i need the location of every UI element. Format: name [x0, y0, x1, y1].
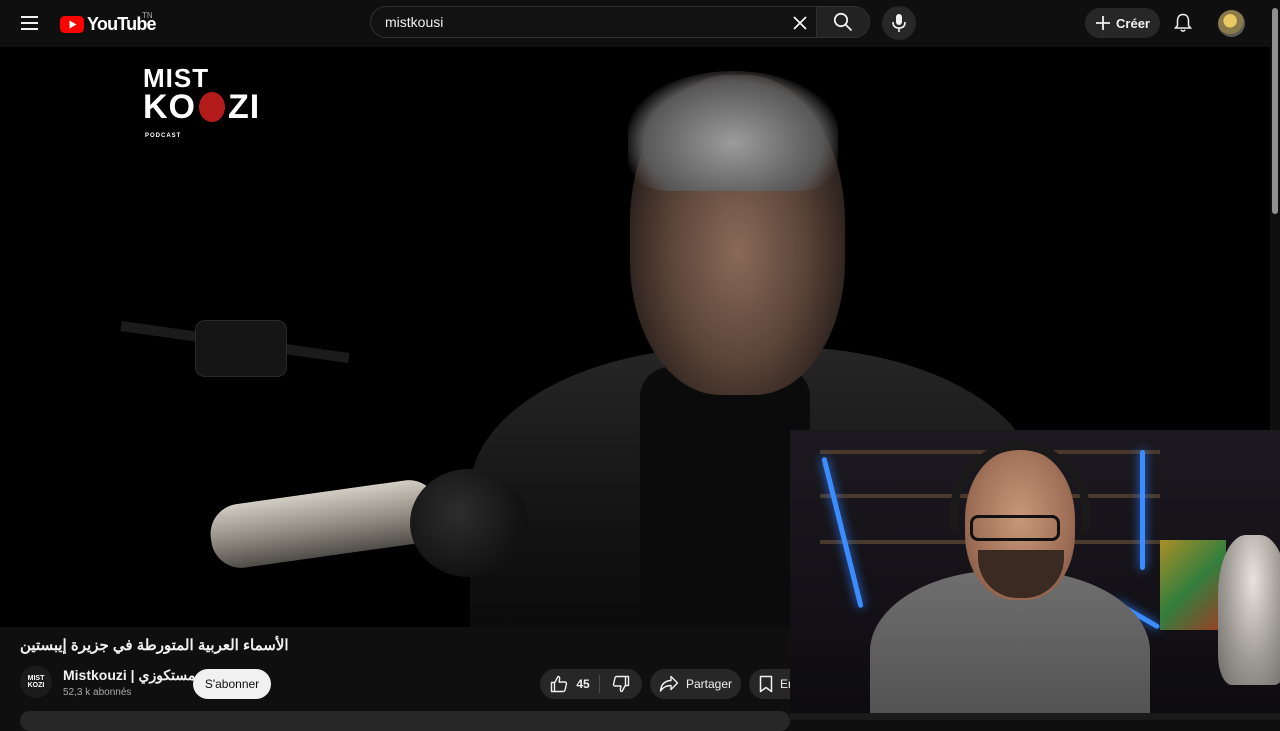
webcam-bottom-bar: [790, 713, 1280, 720]
channel-avatar-line-2: KOZI: [27, 682, 45, 689]
dislike-button[interactable]: [600, 669, 642, 699]
create-button[interactable]: Créer: [1085, 8, 1160, 38]
webcam-headphones: [950, 442, 1090, 532]
watermark-line-2a: KO: [143, 88, 196, 126]
video-frame-hair: [628, 71, 838, 191]
close-icon: [793, 16, 807, 30]
notifications-button[interactable]: [1168, 8, 1198, 38]
account-avatar[interactable]: [1218, 10, 1245, 37]
video-frame-shirt: [640, 367, 810, 627]
search-input[interactable]: [370, 6, 816, 38]
share-button[interactable]: Partager: [650, 669, 741, 699]
webcam-led-strip: [1140, 450, 1145, 570]
watermark-subtitle: PODCAST: [145, 133, 182, 139]
voice-search-button[interactable]: [882, 6, 916, 40]
thumbs-up-icon: [551, 675, 568, 693]
top-bar: YouTube TN Créer: [0, 0, 1270, 47]
description-box[interactable]: [20, 711, 790, 731]
microphone-icon: [892, 14, 906, 32]
video-frame-microphone: [206, 476, 444, 572]
search-button[interactable]: [816, 6, 870, 38]
watermark-mic-emblem: [199, 92, 225, 122]
country-code: TN: [142, 11, 153, 20]
page-scrollbar-thumb[interactable]: [1272, 8, 1278, 214]
video-title: الأسماء العربية المتورطة في جزيرة إيبستي…: [20, 636, 780, 654]
channel-avatar-text: MIST KOZI: [28, 675, 45, 689]
youtube-play-icon: [60, 15, 84, 33]
like-dislike-group: 45: [540, 669, 642, 699]
menu-button[interactable]: [14, 7, 46, 39]
channel-avatar-line-1: MIST: [27, 675, 45, 682]
thumbs-down-icon: [612, 675, 630, 693]
share-label: Partager: [685, 677, 733, 691]
subscriber-count: 52,3 k abonnés: [63, 687, 132, 698]
hamburger-menu-icon: [21, 16, 38, 30]
video-frame-mic-mount: [195, 320, 287, 377]
webcam-cat: [1218, 535, 1280, 685]
like-count: 45: [576, 677, 590, 691]
video-frame-mic-foam: [410, 469, 528, 577]
subscribe-button[interactable]: S'abonner: [193, 669, 271, 699]
create-label: Créer: [1116, 15, 1150, 31]
channel-watermark-logo: MIST KO ZI PODCAST: [143, 64, 260, 150]
webcam-led-strip: [821, 456, 864, 609]
search-bar: [370, 6, 870, 40]
channel-avatar[interactable]: MIST KOZI: [20, 666, 52, 698]
plus-icon: [1096, 16, 1111, 30]
search-icon: [833, 12, 853, 32]
watermark-line-2: KO ZI: [143, 88, 261, 126]
channel-name[interactable]: Mistkouzi | مستكوزي: [63, 667, 195, 684]
watermark-line-2b: ZI: [228, 88, 261, 126]
bookmark-icon: [759, 675, 773, 693]
video-title-text: الأسماء العربية المتورطة في جزيرة إيبستي…: [20, 637, 289, 654]
streamer-webcam-overlay: [790, 430, 1280, 720]
share-arrow-icon: [659, 675, 679, 692]
bell-icon: [1174, 13, 1192, 32]
webcam-poster: [1160, 540, 1226, 630]
clear-search-button[interactable]: [788, 11, 812, 35]
like-button[interactable]: 45: [540, 669, 600, 699]
